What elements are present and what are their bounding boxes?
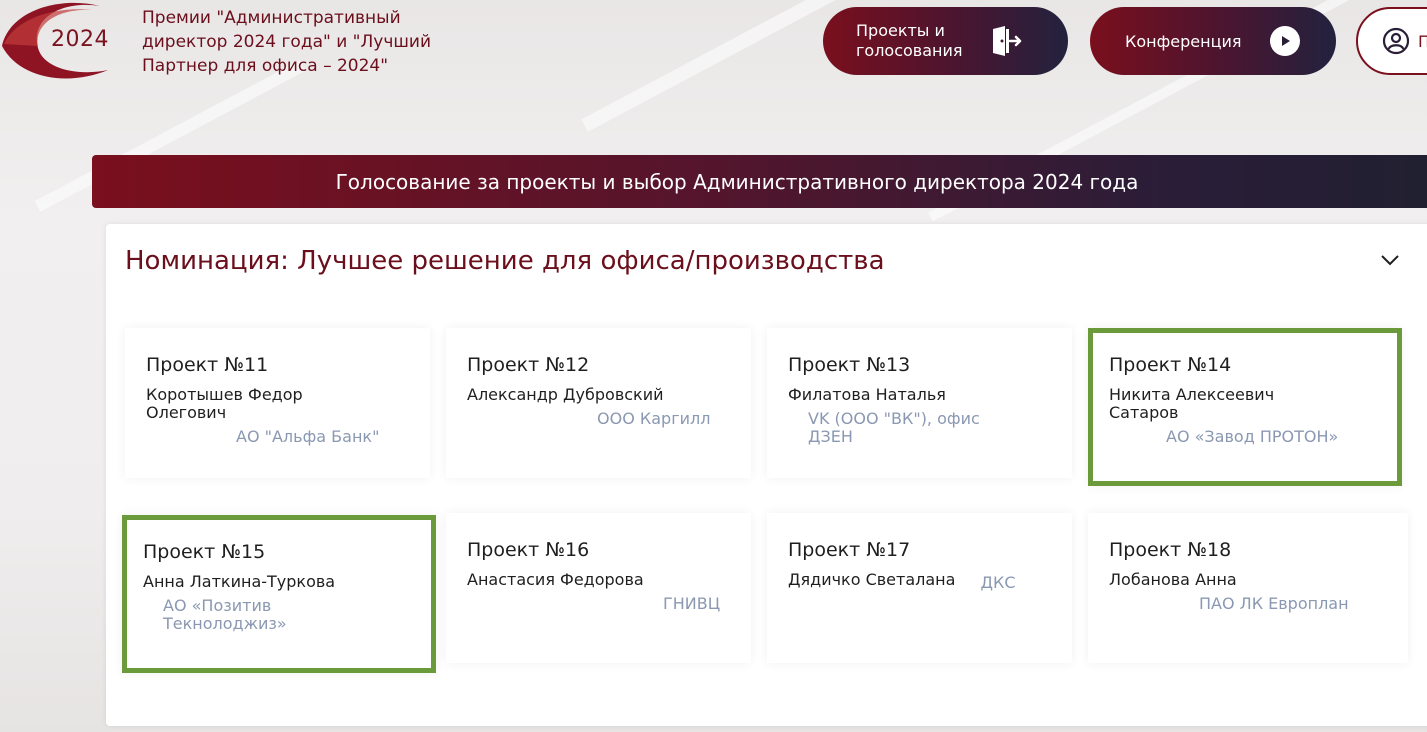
project-person: Никита Алексеевич Сатаров: [1109, 385, 1275, 422]
project-org: ДКС: [980, 573, 1016, 592]
project-org: ПАО ЛК Европлан: [1199, 594, 1349, 613]
project-org: АО «Позитив Текнолоджиз»: [163, 596, 287, 633]
project-number: Проект №14: [1109, 354, 1232, 376]
project-card-15[interactable]: Проект №15 Анна Латкина-Туркова АО «Пози…: [122, 515, 436, 673]
project-card-18[interactable]: Проект №18 Лобанова Анна ПАО ЛК Европлан: [1088, 513, 1408, 663]
project-person: Лобанова Анна: [1109, 570, 1237, 589]
project-org: ООО Каргилл: [597, 409, 711, 428]
project-number: Проект №11: [146, 354, 269, 376]
project-org: АО "Альфа Банк": [236, 427, 380, 446]
project-org: VK (ООО "ВК"), офис ДЗЕН: [808, 409, 980, 446]
projects-voting-label: Проекты и голосования: [856, 21, 963, 60]
page-title: Премии "Административный директор 2024 г…: [142, 8, 432, 76]
conference-label: Конференция: [1125, 31, 1242, 51]
project-person: Дядичко Светалана: [788, 570, 956, 589]
project-number: Проект №12: [467, 354, 590, 376]
project-org: ГНИВЦ: [663, 594, 721, 613]
project-number: Проект №16: [467, 539, 590, 561]
project-person: Коротышев Федор Олегович: [146, 385, 303, 422]
projects-voting-button[interactable]: Проекты и голосования: [823, 7, 1068, 75]
project-person: Александр Дубровский: [467, 385, 664, 404]
play-icon: [1270, 26, 1300, 56]
logo-year: 2024: [51, 27, 109, 52]
project-number: Проект №13: [788, 354, 911, 376]
nomination-panel: Номинация: Лучшее решение для офиса/прои…: [106, 224, 1427, 726]
profile-label: П: [1418, 31, 1427, 51]
logo[interactable]: 2024: [0, 0, 112, 80]
nomination-title: Номинация: Лучшее решение для офиса/прои…: [125, 246, 885, 276]
project-person: Филатова Наталья: [788, 385, 946, 404]
project-number: Проект №17: [788, 539, 911, 561]
profile-button[interactable]: П: [1356, 7, 1427, 75]
exit-door-icon: [991, 26, 1023, 56]
conference-button[interactable]: Конференция: [1090, 7, 1336, 75]
project-card-11[interactable]: Проект №11 Коротышев Федор Олегович АО "…: [125, 328, 430, 478]
project-card-16[interactable]: Проект №16 Анастасия Федорова ГНИВЦ: [446, 513, 751, 663]
project-card-13[interactable]: Проект №13 Филатова Наталья VK (ООО "ВК"…: [767, 328, 1072, 478]
project-org: АО «Завод ПРОТОН»: [1166, 427, 1339, 446]
project-card-14[interactable]: Проект №14 Никита Алексеевич Сатаров АО …: [1088, 328, 1402, 486]
voting-banner: Голосование за проекты и выбор Администр…: [92, 155, 1427, 208]
project-card-12[interactable]: Проект №12 Александр Дубровский ООО Карг…: [446, 328, 751, 478]
project-number: Проект №18: [1109, 539, 1232, 561]
project-card-17[interactable]: Проект №17 Дядичко Светалана ДКС: [767, 513, 1072, 663]
project-person: Анна Латкина-Туркова: [143, 572, 336, 591]
chevron-down-icon[interactable]: [1378, 252, 1402, 268]
project-person: Анастасия Федорова: [467, 570, 644, 589]
project-number: Проект №15: [143, 541, 266, 563]
user-icon: [1382, 27, 1410, 55]
